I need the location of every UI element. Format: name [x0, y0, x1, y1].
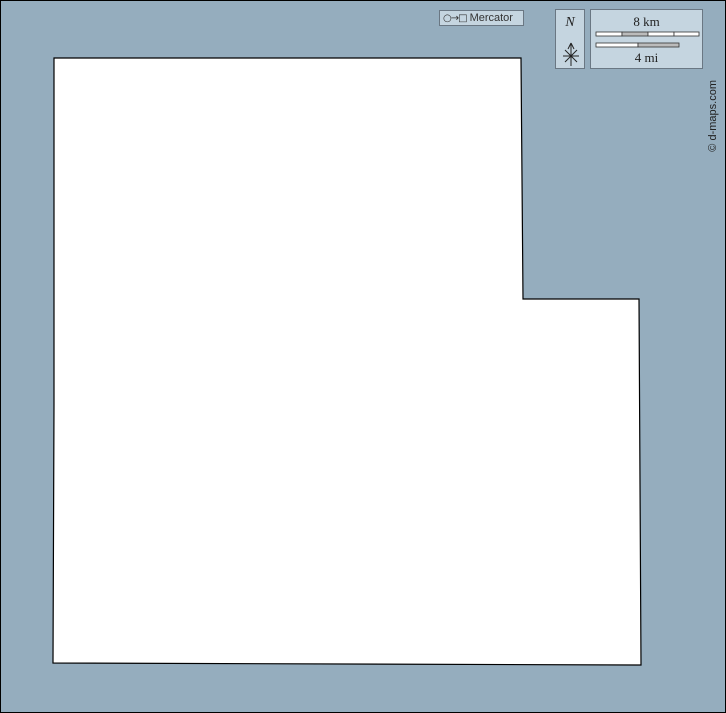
north-arrow-box: N	[555, 9, 585, 69]
scale-mi-segment-1	[595, 42, 639, 48]
scale-mi-segment-2	[637, 42, 680, 48]
north-arrow-icon	[563, 42, 579, 66]
scale-km-segment-1	[595, 31, 623, 37]
map-frame: ○→□ Mercator N 8 km 4 mi © d-maps.com	[0, 0, 726, 713]
map-canvas[interactable]	[0, 0, 726, 713]
projection-label: Mercator	[469, 12, 513, 24]
scale-mi-label: 4 mi	[634, 50, 659, 65]
scale-bar-box: 8 km 4 mi	[590, 9, 703, 69]
credit-text: © d-maps.com	[707, 80, 719, 152]
projection-icon: ○→□	[443, 12, 468, 24]
projection-label-box: ○→□ Mercator	[439, 10, 524, 26]
scale-km-segment-3	[647, 31, 675, 37]
scale-km-segment-4	[673, 31, 700, 37]
scale-km-segment-2	[621, 31, 649, 37]
